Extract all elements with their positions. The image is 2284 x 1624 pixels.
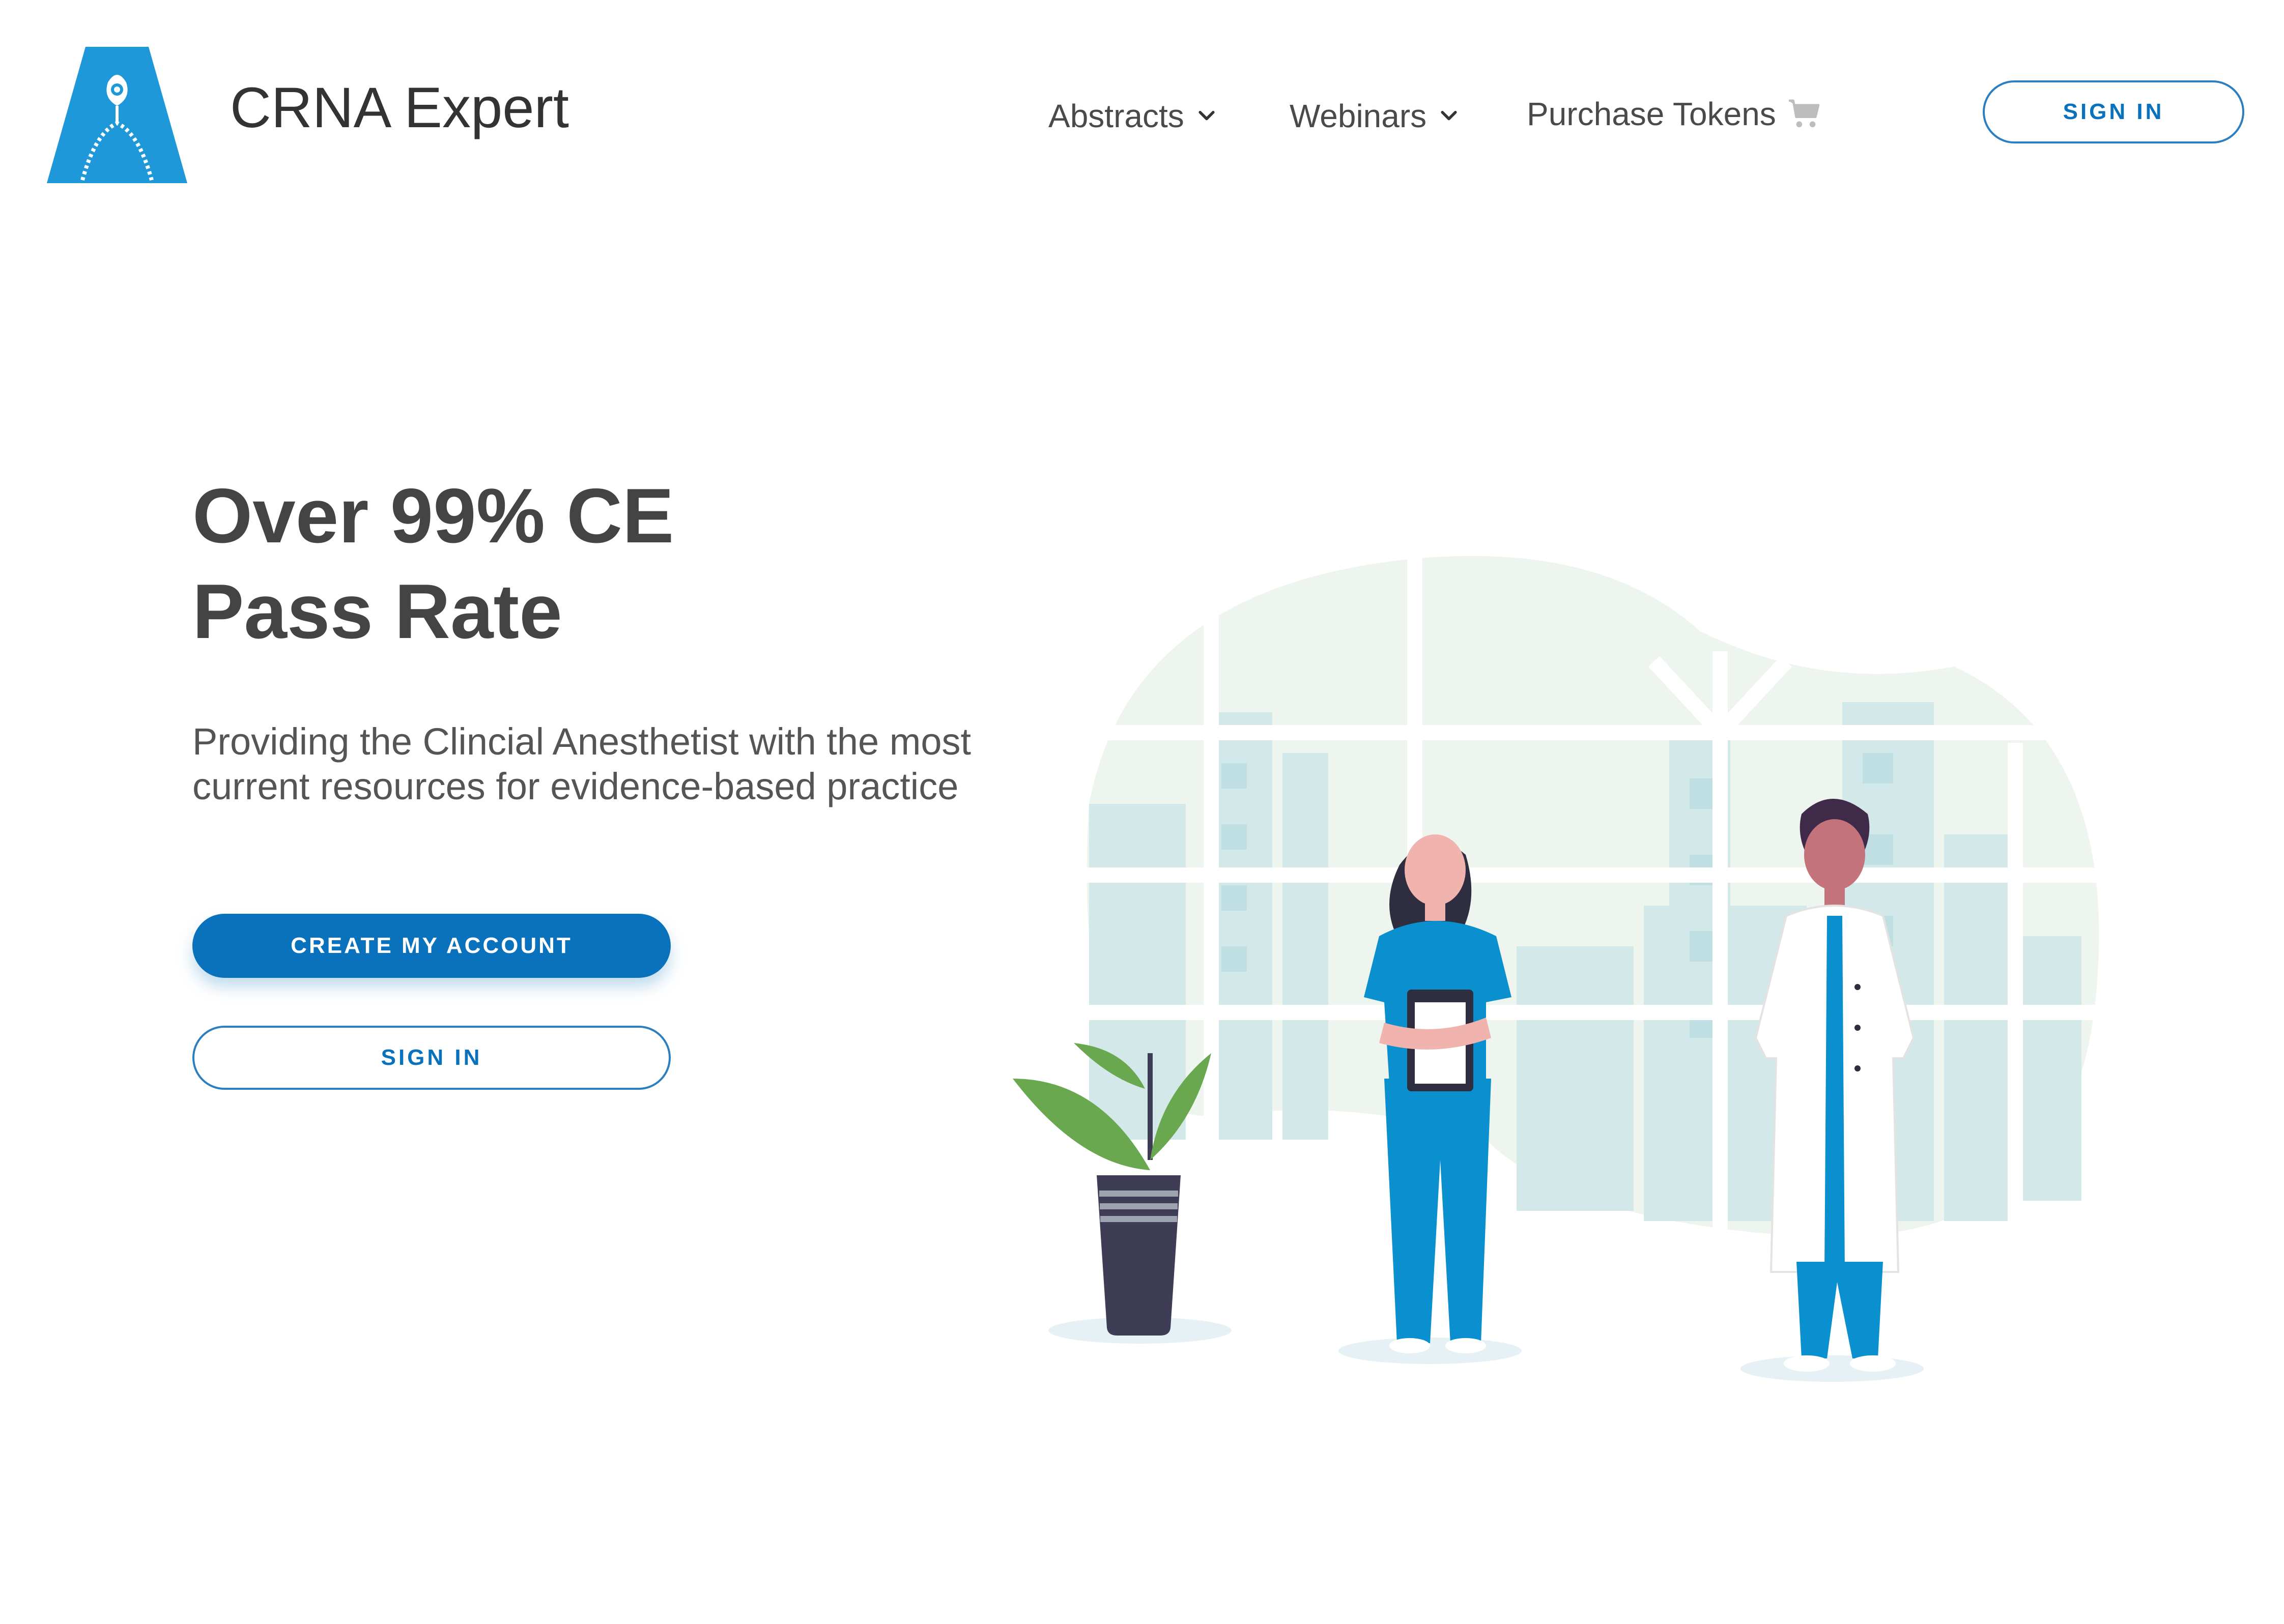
create-account-button[interactable]: CREATE MY ACCOUNT xyxy=(192,914,671,978)
chevron-down-icon xyxy=(1198,110,1215,121)
logo-icon[interactable] xyxy=(47,47,187,183)
hero-headline-line1: Over 99% CE xyxy=(192,473,674,559)
hero-sign-in-button[interactable]: SIGN IN xyxy=(192,1026,671,1090)
cart-icon xyxy=(1788,99,1820,128)
nav-purchase-tokens-label: Purchase Tokens xyxy=(1527,96,1776,132)
hero-headline: Over 99% CE Pass Rate xyxy=(192,468,803,659)
nav-abstracts-label: Abstracts xyxy=(1048,98,1184,134)
brand-name[interactable]: CRNA Expert xyxy=(230,79,569,136)
nav-webinars[interactable]: Webinars xyxy=(1290,100,1460,132)
hero-subtext-line1: Providing the Clincial Anesthetist with … xyxy=(192,720,972,763)
chevron-down-icon xyxy=(1441,110,1457,121)
nav-webinars-label: Webinars xyxy=(1290,98,1427,134)
hero-subtext-line2: current resources for evidence-based pra… xyxy=(192,765,959,807)
nav-purchase-tokens[interactable]: Purchase Tokens xyxy=(1527,98,1823,130)
medical-staff-illustration xyxy=(1013,549,2127,1382)
nav-abstracts[interactable]: Abstracts xyxy=(1048,100,1218,132)
header-sign-in-button[interactable]: SIGN IN xyxy=(1983,80,2244,143)
hero-subtext: Providing the Clincial Anesthetist with … xyxy=(192,719,1088,809)
hero-headline-line2: Pass Rate xyxy=(192,568,562,655)
